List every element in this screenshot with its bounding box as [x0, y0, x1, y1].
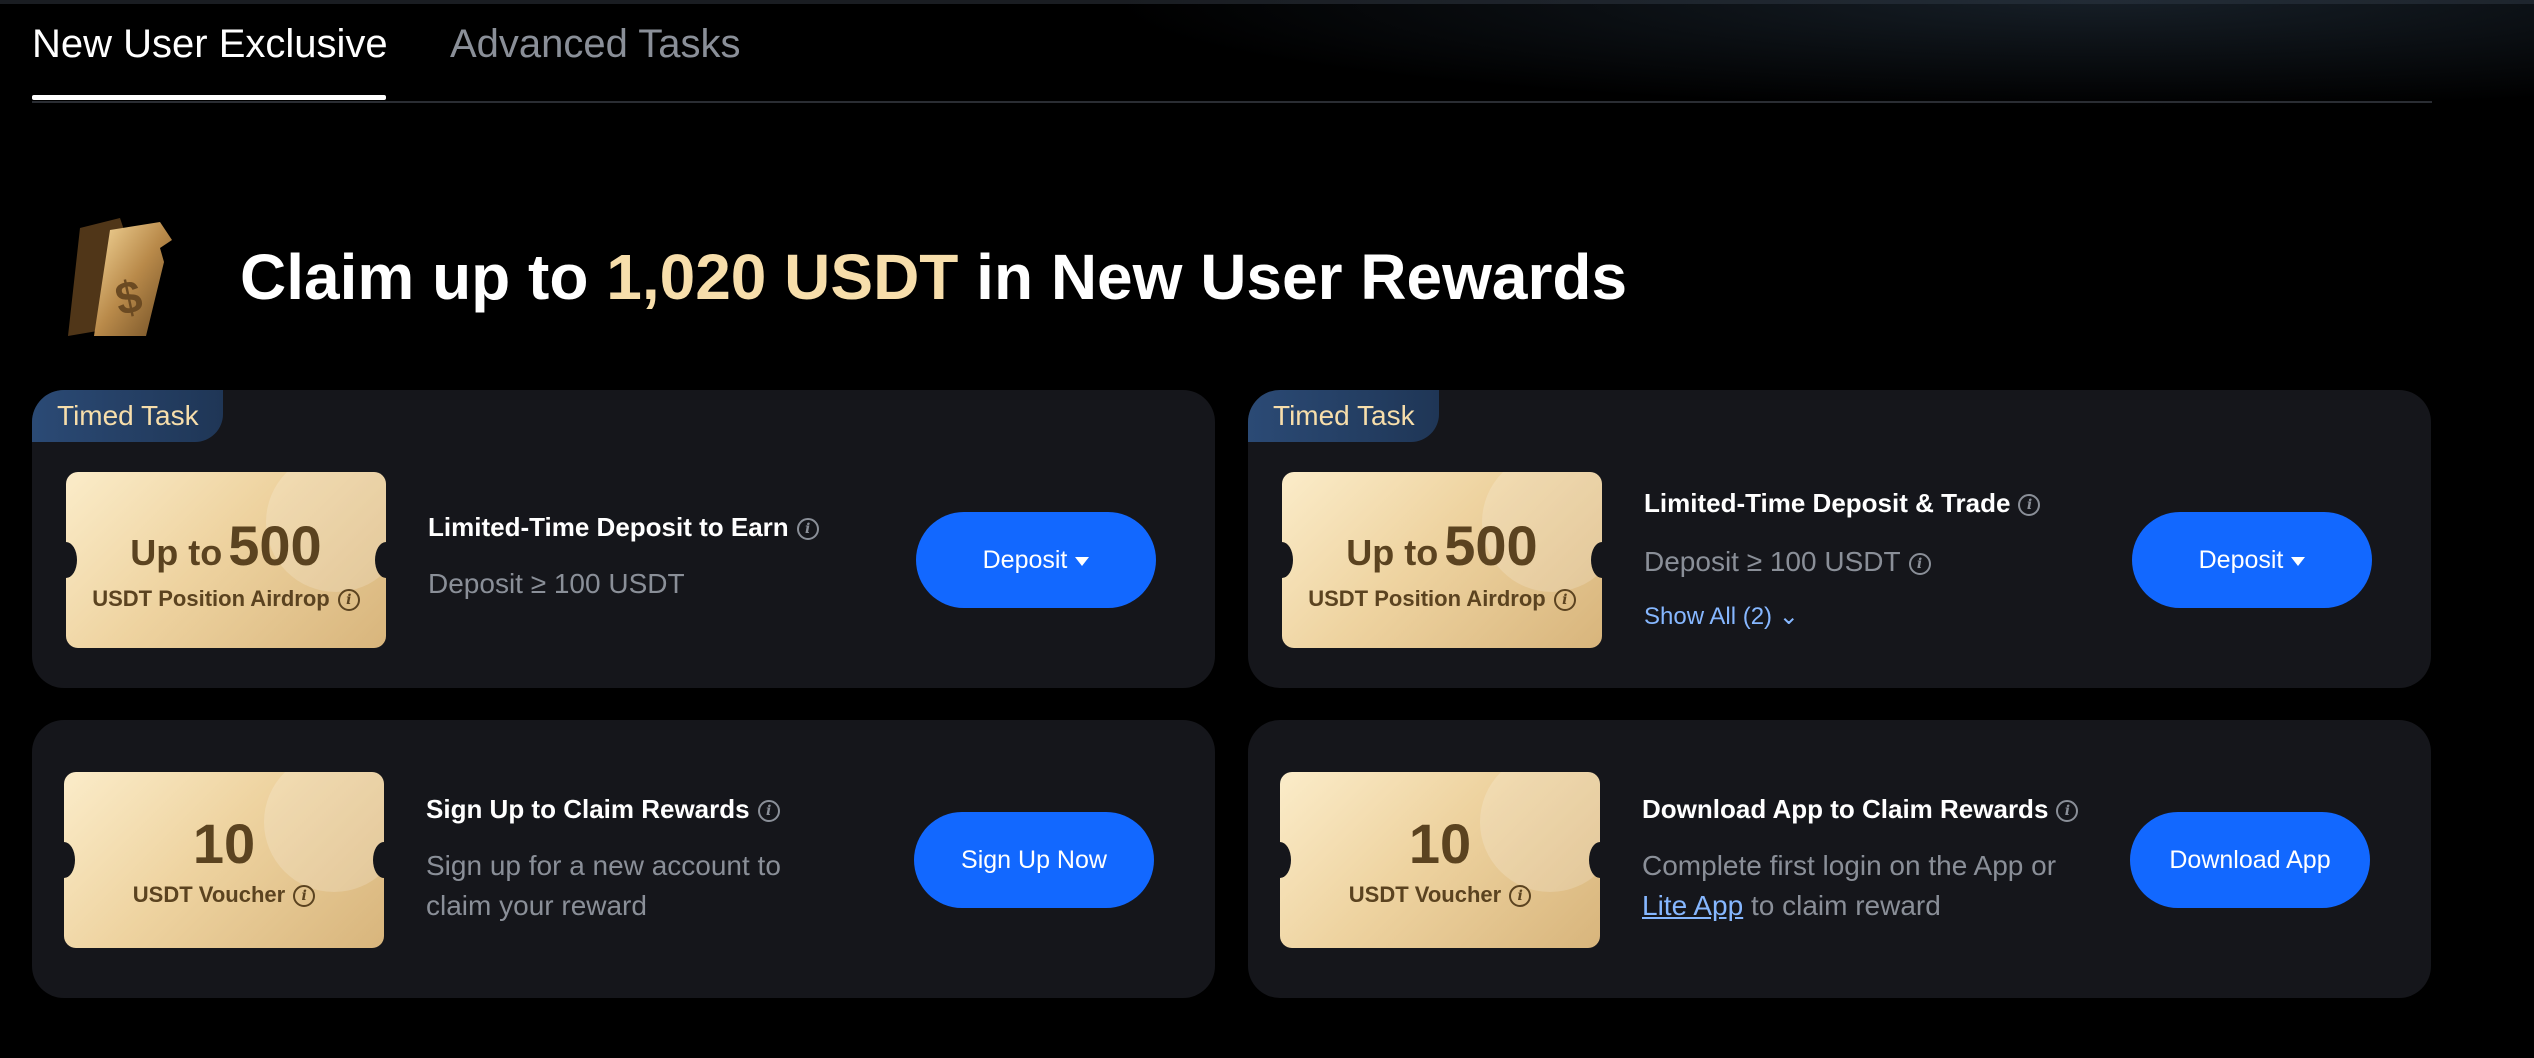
reward-ticket: Up to 500 USDT Position Airdrop i — [66, 472, 386, 648]
gold-ticket-icon: $ — [68, 218, 172, 336]
info-icon[interactable]: i — [757, 800, 780, 823]
ticket-amount: 10 — [1408, 812, 1472, 875]
task-title: Limited-Time Deposit & Trade i — [1644, 488, 2041, 519]
task-card-deposit-earn: Timed Task Up to 500 USDT Position Airdro… — [32, 390, 1215, 688]
description-line-1: Sign up for a new account to — [426, 850, 781, 881]
reward-ticket: Up to 500 USDT Position Airdrop i — [1282, 472, 1602, 648]
task-card-download-app: 10 USDT Voucher i Download App to Claim R… — [1248, 720, 2431, 998]
task-title-text: Download App to Claim Rewards — [1642, 794, 2049, 824]
deposit-button-label: Deposit — [982, 546, 1068, 574]
info-icon[interactable]: i — [1553, 589, 1576, 612]
timed-task-badge: Timed Task — [1248, 390, 1439, 442]
task-title-text: Limited-Time Deposit to Earn — [428, 512, 789, 542]
info-icon[interactable]: i — [1509, 885, 1532, 908]
headline-amount: 1,020 USDT — [606, 241, 959, 313]
info-icon[interactable]: i — [293, 885, 316, 908]
chevron-down-icon: ⌄ — [1778, 603, 1799, 630]
deposit-button-label: Deposit — [2198, 546, 2284, 574]
task-card-sign-up: 10 USDT Voucher i Sign Up to Claim Reward… — [32, 720, 1215, 998]
description-line-2: claim your reward — [426, 890, 647, 921]
ticket-label: USDT Position Airdrop — [92, 586, 330, 611]
info-icon[interactable]: i — [2018, 494, 2041, 517]
timed-task-badge: Timed Task — [32, 390, 223, 442]
active-tab-indicator — [32, 95, 386, 100]
ticket-amount: 500 — [1444, 514, 1538, 577]
rewards-headline: Claim up to 1,020 USDT in New User Rewar… — [240, 240, 1627, 314]
sign-up-now-button[interactable]: Sign Up Now — [914, 812, 1154, 908]
ticket-label: USDT Position Airdrop — [1308, 586, 1546, 611]
info-icon[interactable]: i — [337, 589, 360, 612]
tab-advanced-tasks[interactable]: Advanced Tasks — [450, 22, 741, 67]
ticket-amount: 10 — [192, 812, 256, 875]
tab-new-user-exclusive[interactable]: New User Exclusive — [32, 22, 388, 67]
info-icon[interactable]: i — [796, 518, 819, 541]
deposit-button[interactable]: Deposit — [916, 512, 1156, 608]
task-description: Sign up for a new account to claim your … — [426, 846, 781, 926]
task-title: Limited-Time Deposit to Earn i — [428, 512, 819, 543]
task-title-text: Sign Up to Claim Rewards — [426, 794, 750, 824]
show-all-link[interactable]: Show All (2) ⌄ — [1644, 602, 1799, 631]
task-title-text: Limited-Time Deposit & Trade — [1644, 488, 2011, 518]
description-line-1: Complete first login on the App or — [1642, 850, 2057, 881]
deposit-button[interactable]: Deposit — [2132, 512, 2372, 608]
download-app-button[interactable]: Download App — [2130, 812, 2370, 908]
info-icon[interactable]: i — [2056, 800, 2079, 823]
ticket-prefix: Up to — [1346, 532, 1439, 573]
ticket-prefix: Up to — [130, 532, 223, 573]
task-tabs: New User Exclusive Advanced Tasks — [32, 0, 2432, 103]
headline-suffix: in New User Rewards — [976, 241, 1628, 313]
show-all-label: Show All (2) — [1644, 603, 1773, 630]
description-line-2-suffix: to claim reward — [1750, 890, 1941, 921]
ticket-label: USDT Voucher — [132, 882, 286, 907]
caret-down-icon — [1075, 556, 1090, 566]
task-card-deposit-trade: Timed Task Up to 500 USDT Position Airdro… — [1248, 390, 2431, 688]
task-title: Download App to Claim Rewards i — [1642, 794, 2079, 825]
reward-ticket: 10 USDT Voucher i — [1280, 772, 1600, 948]
task-description: Complete first login on the App or Lite … — [1642, 846, 2056, 926]
task-description: Deposit ≥ 100 USDT i — [1644, 542, 1931, 582]
headline-prefix: Claim up to — [240, 241, 589, 313]
task-description-text: Deposit ≥ 100 USDT — [1644, 546, 1901, 577]
description-line-2: Lite App to claim reward — [1642, 886, 2056, 926]
lite-app-link[interactable]: Lite App — [1642, 890, 1743, 921]
reward-ticket: 10 USDT Voucher i — [64, 772, 384, 948]
ticket-amount: 500 — [228, 514, 322, 577]
info-icon[interactable]: i — [1908, 552, 1931, 575]
task-title: Sign Up to Claim Rewards i — [426, 794, 780, 825]
ticket-label: USDT Voucher — [1348, 882, 1502, 907]
task-description: Deposit ≥ 100 USDT — [428, 568, 685, 599]
caret-down-icon — [2291, 556, 2306, 566]
